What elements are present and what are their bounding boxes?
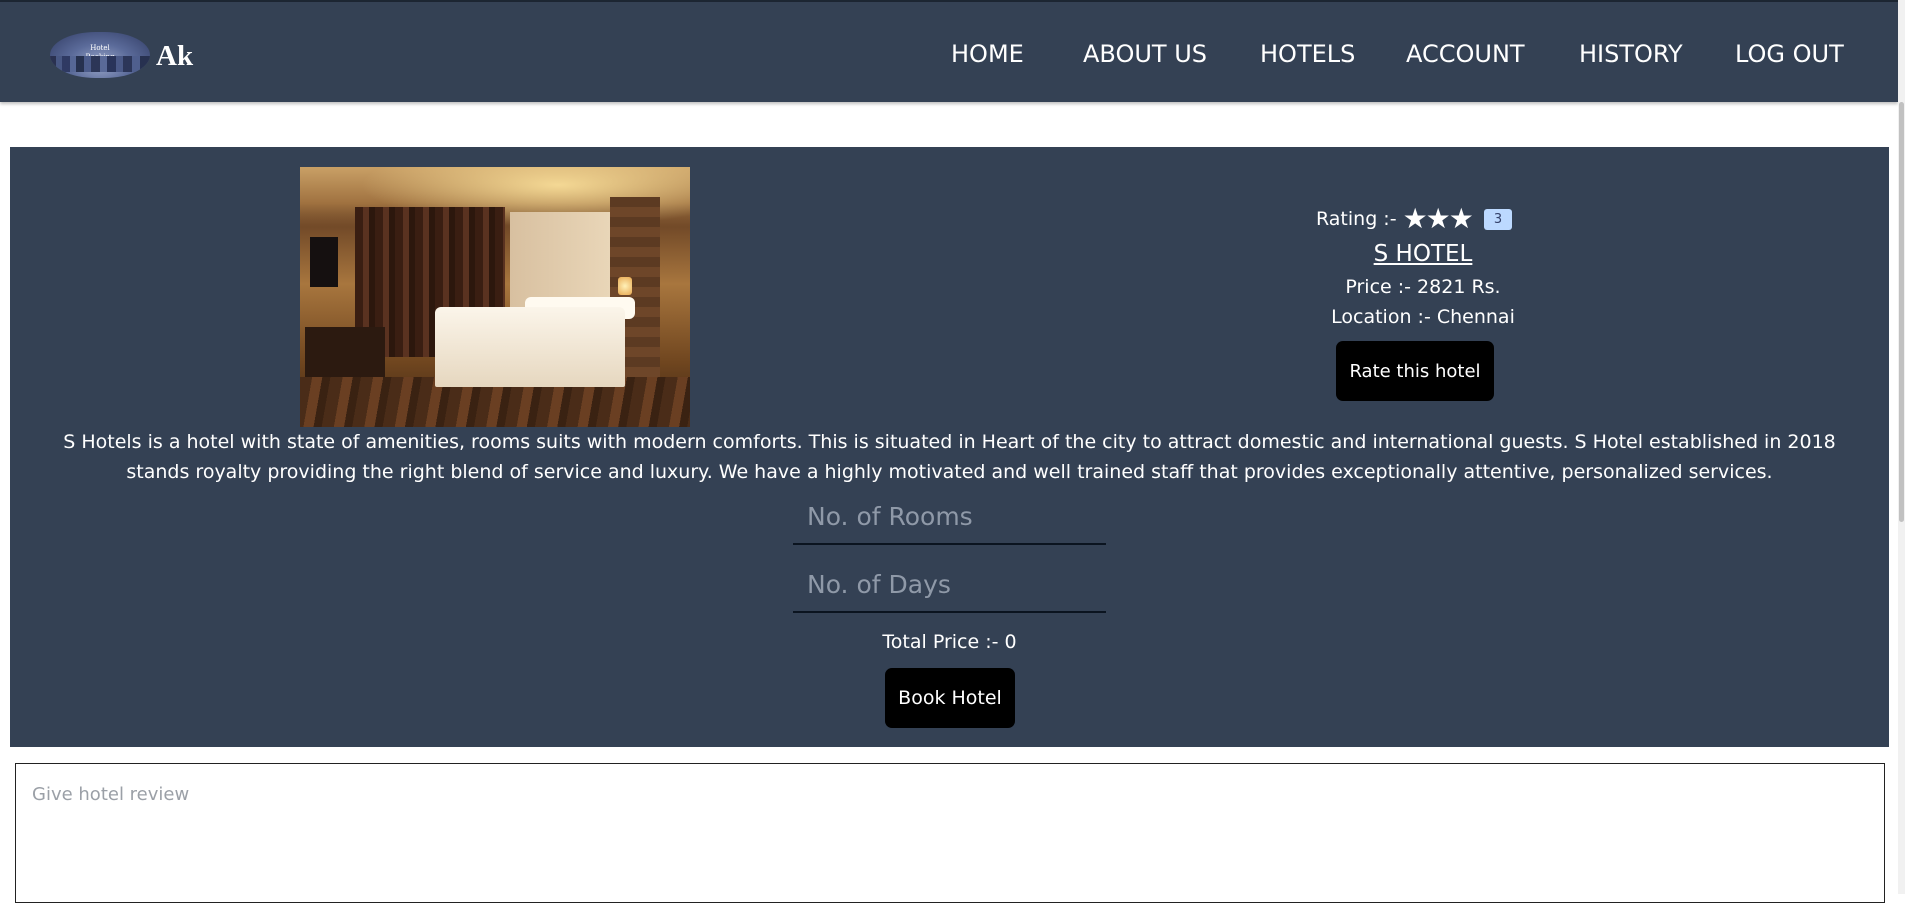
book-hotel-button[interactable]: Book Hotel	[885, 668, 1015, 728]
nav-home[interactable]: HOME	[951, 40, 1024, 68]
scrollbar-thumb[interactable]	[1899, 102, 1904, 522]
nav-history[interactable]: HISTORY	[1579, 40, 1683, 68]
rating-label: Rating :-	[1316, 208, 1397, 230]
hotel-location: Location :- Chennai	[1331, 306, 1515, 328]
logo-image-text-hotel: Hotel	[90, 44, 110, 52]
brand-name[interactable]: Ak	[156, 40, 193, 73]
days-input[interactable]	[793, 557, 1106, 613]
navbar: Hotel Booking Ak HOME ABOUT US HOTELS AC…	[0, 2, 1898, 102]
nav-account[interactable]: ACCOUNT	[1406, 40, 1525, 68]
hotel-name[interactable]: S HOTEL	[1223, 241, 1623, 267]
rooms-input[interactable]	[793, 489, 1106, 545]
star-icon: ★	[1425, 202, 1451, 235]
rating-badge: 3	[1483, 208, 1513, 230]
hotel-description: S Hotels is a hotel with state of amenit…	[63, 431, 1836, 483]
star-icon: ★	[1448, 202, 1474, 235]
nav-about-us[interactable]: ABOUT US	[1083, 40, 1207, 68]
hotel-room-photo	[300, 167, 690, 427]
nav-hotels[interactable]: HOTELS	[1260, 40, 1355, 68]
logo-image[interactable]: Hotel Booking	[50, 32, 150, 78]
rate-hotel-button[interactable]: Rate this hotel	[1336, 341, 1494, 401]
rating-stars: ★ ★ ★	[1402, 202, 1474, 235]
rating-row: Rating :- ★ ★ ★ 3	[1316, 202, 1513, 235]
star-icon: ★	[1402, 202, 1428, 235]
nav-log-out[interactable]: LOG OUT	[1735, 40, 1844, 68]
hotel-price: Price :- 2821 Rs.	[1345, 276, 1501, 298]
logo-city-skyline	[50, 56, 150, 72]
hotel-detail-panel: Rating :- ★ ★ ★ 3 S HOTEL Price :- 2821 …	[10, 147, 1889, 747]
review-textarea[interactable]	[15, 763, 1885, 903]
total-price: Total Price :- 0	[882, 631, 1017, 653]
